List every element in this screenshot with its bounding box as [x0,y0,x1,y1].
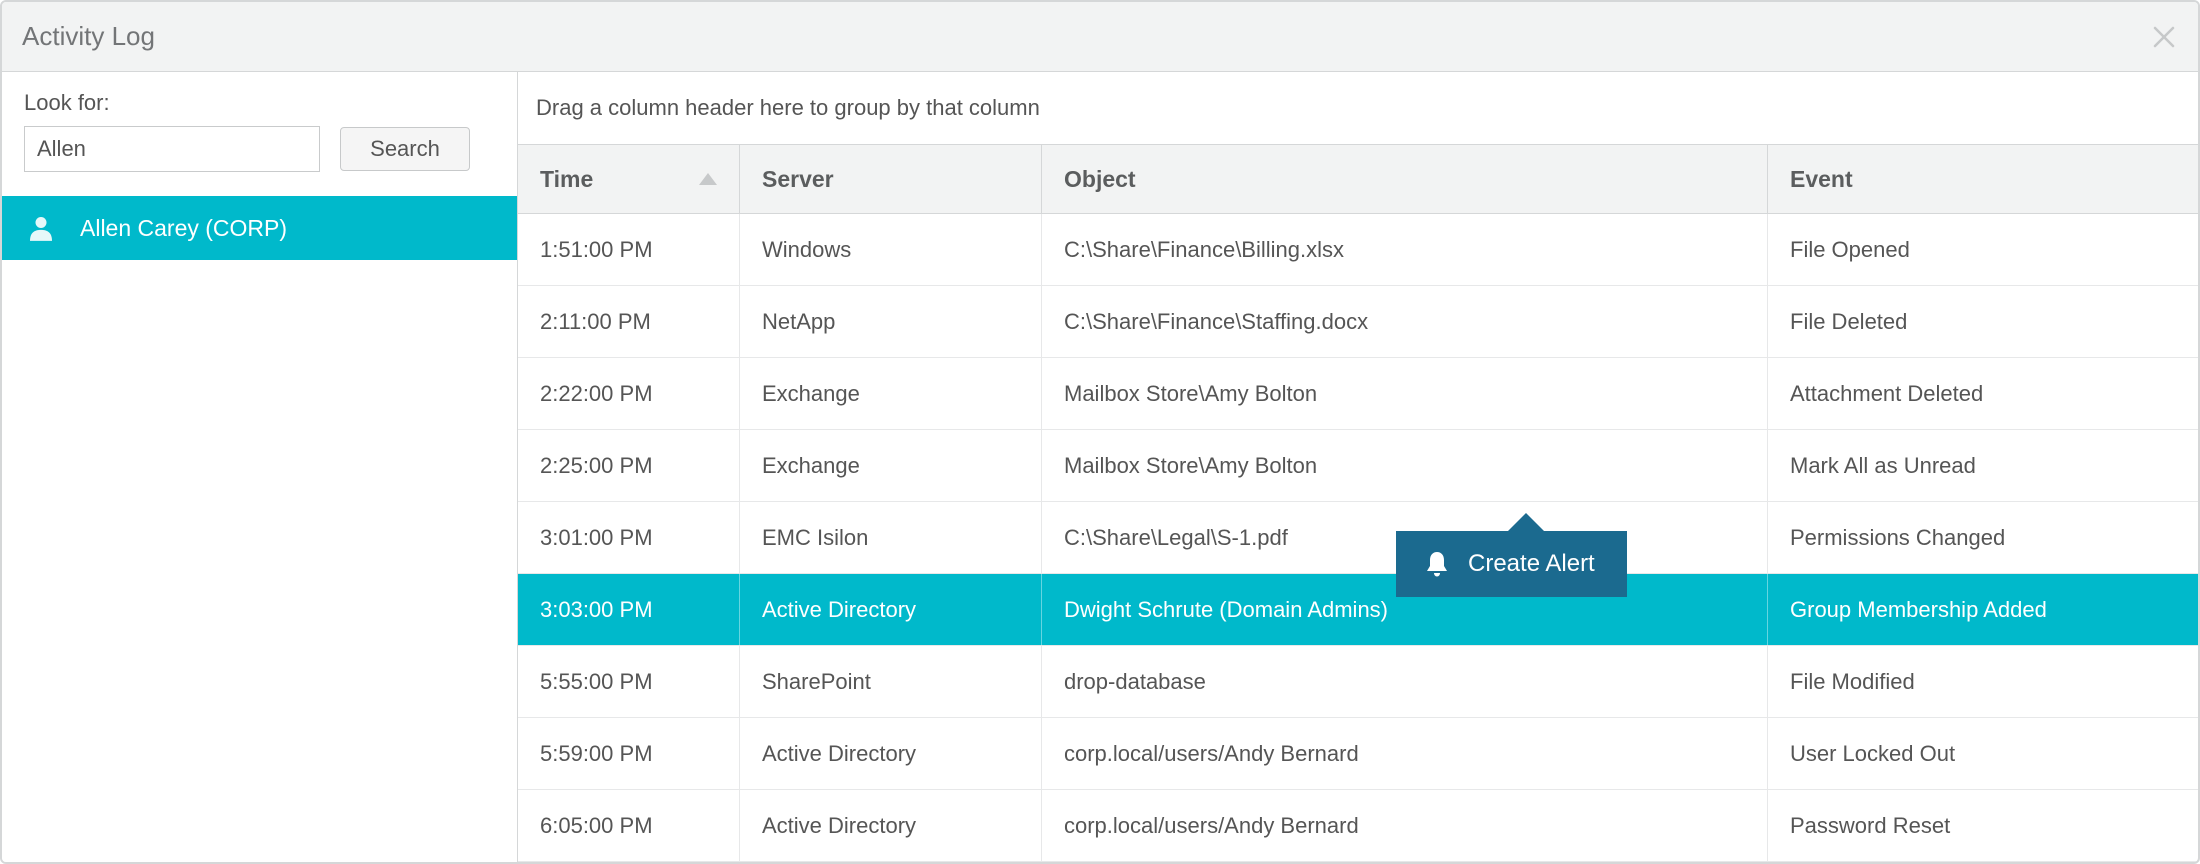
close-button[interactable] [2148,21,2180,53]
search-result-label: Allen Carey (CORP) [80,215,287,242]
cell-time: 2:22:00 PM [518,358,740,429]
cell-server: Active Directory [740,718,1042,789]
window-body: Look for: Search Allen Carey (CORP) Drag… [2,72,2198,862]
cell-object: C:\Share\Finance\Billing.xlsx [1042,214,1768,285]
cell-event: Mark All as Unread [1768,430,2198,501]
search-button[interactable]: Search [340,127,470,171]
titlebar: Activity Log [2,2,2198,72]
cell-event: User Locked Out [1768,718,2198,789]
column-header-object[interactable]: Object [1042,145,1768,213]
cell-server: SharePoint [740,646,1042,717]
cell-object: corp.local/users/Andy Bernard [1042,790,1768,861]
cell-object: Mailbox Store\Amy Bolton [1042,358,1768,429]
cell-object: corp.local/users/Andy Bernard [1042,718,1768,789]
search-input[interactable] [24,126,320,172]
cell-server: Exchange [740,430,1042,501]
create-alert-tooltip[interactable]: Create Alert [1396,531,1627,597]
cell-object: drop-database [1042,646,1768,717]
cell-event: Attachment Deleted [1768,358,2198,429]
cell-object: C:\Share\Finance\Staffing.docx [1042,286,1768,357]
cell-server: NetApp [740,286,1042,357]
column-header-time[interactable]: Time [518,145,740,213]
sidebar: Look for: Search Allen Carey (CORP) [2,72,518,862]
column-header-event-label: Event [1790,166,1853,193]
cell-event: File Opened [1768,214,2198,285]
look-for-label: Look for: [24,90,495,116]
cell-event: Group Membership Added [1768,574,2198,645]
activity-log-window: Activity Log Look for: Search [0,0,2200,864]
close-icon [2152,25,2176,49]
table-row[interactable]: 5:55:00 PMSharePointdrop-databaseFile Mo… [518,646,2198,718]
cell-event: File Deleted [1768,286,2198,357]
activity-grid: Time Server Object Event 1:5 [518,144,2198,862]
cell-time: 2:11:00 PM [518,286,740,357]
main-panel: Drag a column header here to group by th… [518,72,2198,862]
grid-body: 1:51:00 PMWindowsC:\Share\Finance\Billin… [518,214,2198,862]
table-row[interactable]: 1:51:00 PMWindowsC:\Share\Finance\Billin… [518,214,2198,286]
table-row[interactable]: 6:05:00 PMActive Directorycorp.local/use… [518,790,2198,862]
column-header-server[interactable]: Server [740,145,1042,213]
table-row[interactable]: 3:01:00 PMEMC IsilonC:\Share\Legal\S-1.p… [518,502,2198,574]
column-header-object-label: Object [1064,166,1136,193]
cell-event: File Modified [1768,646,2198,717]
search-area: Look for: Search [2,72,517,196]
cell-server: Active Directory [740,790,1042,861]
cell-time: 3:03:00 PM [518,574,740,645]
bell-icon [1424,550,1450,578]
window-title: Activity Log [22,21,155,52]
create-alert-label: Create Alert [1468,550,1595,578]
cell-time: 5:59:00 PM [518,718,740,789]
cell-time: 6:05:00 PM [518,790,740,861]
sort-ascending-icon [699,173,717,185]
group-by-hint[interactable]: Drag a column header here to group by th… [518,72,2198,144]
search-row: Search [24,126,495,172]
table-row[interactable]: 3:03:00 PMActive DirectoryDwight Schrute… [518,574,2198,646]
column-header-time-label: Time [540,166,593,193]
table-row[interactable]: 2:22:00 PMExchangeMailbox Store\Amy Bolt… [518,358,2198,430]
cell-time: 3:01:00 PM [518,502,740,573]
cell-event: Password Reset [1768,790,2198,861]
column-header-event[interactable]: Event [1768,145,2198,213]
table-row[interactable]: 2:25:00 PMExchangeMailbox Store\Amy Bolt… [518,430,2198,502]
cell-server: EMC Isilon [740,502,1042,573]
cell-event: Permissions Changed [1768,502,2198,573]
table-row[interactable]: 5:59:00 PMActive Directorycorp.local/use… [518,718,2198,790]
cell-server: Exchange [740,358,1042,429]
table-row[interactable]: 2:11:00 PMNetAppC:\Share\Finance\Staffin… [518,286,2198,358]
person-icon [30,215,52,241]
column-header-server-label: Server [762,166,834,193]
cell-server: Active Directory [740,574,1042,645]
cell-server: Windows [740,214,1042,285]
cell-time: 1:51:00 PM [518,214,740,285]
grid-header: Time Server Object Event [518,144,2198,214]
search-result-item[interactable]: Allen Carey (CORP) [2,196,517,260]
cell-object: Mailbox Store\Amy Bolton [1042,430,1768,501]
cell-time: 5:55:00 PM [518,646,740,717]
cell-time: 2:25:00 PM [518,430,740,501]
